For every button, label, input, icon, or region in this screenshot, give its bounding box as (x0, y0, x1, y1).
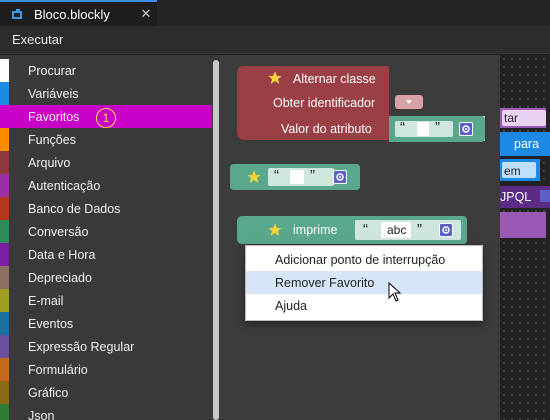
valor-do-atributo-label: Valor do atributo (281, 122, 372, 136)
quote-open-label: “ (363, 221, 368, 238)
gear-glyph (336, 173, 344, 181)
quote-close-label: ” (310, 167, 315, 184)
imprime-label: imprime (293, 223, 338, 237)
toolbox-item-autenticacao[interactable]: Autenticação (0, 174, 212, 197)
tab-title: Bloco.blockly (34, 6, 110, 22)
quote-open-label: “ (400, 119, 405, 136)
toolbox-item-label: Procurar (28, 63, 76, 78)
toolbox-item-label: Banco de Dados (28, 201, 121, 216)
quote-close-label: ” (417, 221, 422, 238)
toolbox-item-data-e-hora[interactable]: Data e Hora (0, 243, 212, 266)
obter-identificador-label: Obter identificador (273, 96, 376, 110)
string-input-field[interactable] (417, 122, 429, 136)
category-color-swatch (0, 404, 9, 420)
toolbox-item-depreciado[interactable]: Depreciado (0, 266, 212, 289)
toolbox-scrollbar-thumb[interactable] (213, 60, 219, 420)
toolbox-item-procurar[interactable]: Procurar (0, 59, 212, 82)
gear-glyph (462, 125, 470, 133)
category-color-swatch (0, 197, 9, 220)
category-color-swatch (0, 220, 9, 243)
tab-bloco-blockly[interactable]: Bloco.blockly ✕ (0, 0, 157, 26)
toolbox-item-formulario[interactable]: Formulário (0, 358, 212, 381)
category-color-swatch (0, 174, 9, 197)
category-color-swatch (0, 289, 9, 312)
menu-item-remover-favorito[interactable]: Remover Favorito (246, 271, 482, 294)
toolbox-item-label: Favoritos (28, 109, 80, 124)
toolbox-item-label: Json (28, 408, 55, 420)
abc-value: abc (387, 223, 407, 237)
toolbox-item-label: Conversão (28, 224, 89, 239)
favorite-block-attributes[interactable]: Alternar classe Obter identificador Valo… (237, 66, 487, 146)
toolbox-item-label: Variáveis (28, 86, 79, 101)
blocks-logo-icon (12, 9, 22, 19)
toolbox-item-json[interactable]: Json (0, 404, 212, 420)
category-color-swatch (0, 105, 9, 128)
toolbox-item-label: Data e Hora (28, 247, 96, 262)
toolbox-item-arquivo[interactable]: Arquivo (0, 151, 212, 174)
star-icon (268, 71, 282, 84)
side-label-jpql: JPQL (500, 190, 532, 204)
mouse-pointer-icon (388, 282, 402, 302)
category-color-swatch (0, 82, 9, 105)
chevron-down-icon (406, 100, 412, 104)
toolbox-item-label: Depreciado (28, 270, 92, 285)
toolbox-item-label: Funções (28, 132, 76, 147)
quote-open-label: “ (274, 167, 279, 184)
toolbox-item-favoritos[interactable]: Favoritos 1 (0, 105, 212, 128)
dropdown-field[interactable] (396, 96, 422, 108)
toolbox-item-banco-de-dados[interactable]: Banco de Dados (0, 197, 212, 220)
toolbox-item-label: Arquivo (28, 155, 71, 170)
side-label-em: em (504, 164, 521, 178)
string-input-field[interactable] (290, 170, 304, 184)
menu-bar: Executar (0, 26, 550, 54)
quote-close-label: ” (435, 119, 440, 136)
toolbox-item-label: Autenticação (28, 178, 101, 193)
toolbox-item-funcoes[interactable]: Funções (0, 128, 212, 151)
gear-glyph (442, 226, 450, 234)
menu-item-adicionar-ponto[interactable]: Adicionar ponto de interrupção (246, 248, 482, 271)
favorite-block-imprime[interactable]: imprime “ abc ” (237, 216, 467, 244)
category-color-swatch (0, 59, 9, 82)
toolbox-item-label: Gráfico (28, 385, 69, 400)
string-input-field[interactable]: abc (381, 222, 411, 238)
side-block-stack[interactable]: tar para em JPQL (500, 108, 550, 243)
menu-executar[interactable]: Executar (12, 32, 63, 47)
toolbox-item-label: Formulário (28, 362, 88, 377)
toolbox-panel: Procurar Variáveis Favoritos 1 Funções Ar… (0, 55, 218, 420)
side-label-para: para (514, 137, 540, 151)
category-color-swatch (0, 312, 9, 335)
menu-item-ajuda[interactable]: Ajuda (246, 294, 482, 317)
toolbox-item-variaveis[interactable]: Variáveis (0, 82, 212, 105)
category-color-swatch (0, 128, 9, 151)
toolbox-item-grafico[interactable]: Gráfico (0, 381, 212, 404)
gear-icon[interactable] (459, 122, 473, 136)
context-menu: Adicionar ponto de interrupção Remover F… (245, 245, 483, 321)
star-icon (247, 170, 261, 183)
favorite-block-string[interactable]: “ ” (230, 164, 360, 190)
gear-icon[interactable] (333, 170, 347, 184)
close-icon[interactable]: ✕ (135, 6, 157, 22)
toolbox-item-expressao-regular[interactable]: Expressão Regular (0, 335, 212, 358)
category-color-swatch (0, 335, 9, 358)
category-color-swatch (0, 151, 9, 174)
alternar-classe-label: Alternar classe (293, 72, 376, 86)
toolbox-item-label: Eventos (28, 316, 74, 331)
step-badge: 1 (96, 108, 116, 128)
toolbox-item-e-mail[interactable]: E-mail (0, 289, 212, 312)
category-color-swatch (0, 381, 9, 404)
star-icon (268, 223, 282, 236)
category-color-swatch (0, 243, 9, 266)
category-color-swatch (0, 266, 9, 289)
tab-bar: Bloco.blockly ✕ (0, 0, 550, 26)
toolbox-item-label: E-mail (28, 293, 64, 308)
gear-icon[interactable] (439, 223, 453, 237)
toolbox-item-label: Expressão Regular (28, 339, 135, 354)
toolbox-item-eventos[interactable]: Eventos (0, 312, 212, 335)
side-label-tar: tar (504, 111, 519, 125)
toolbox-item-conversao[interactable]: Conversão (0, 220, 212, 243)
category-color-swatch (0, 358, 9, 381)
